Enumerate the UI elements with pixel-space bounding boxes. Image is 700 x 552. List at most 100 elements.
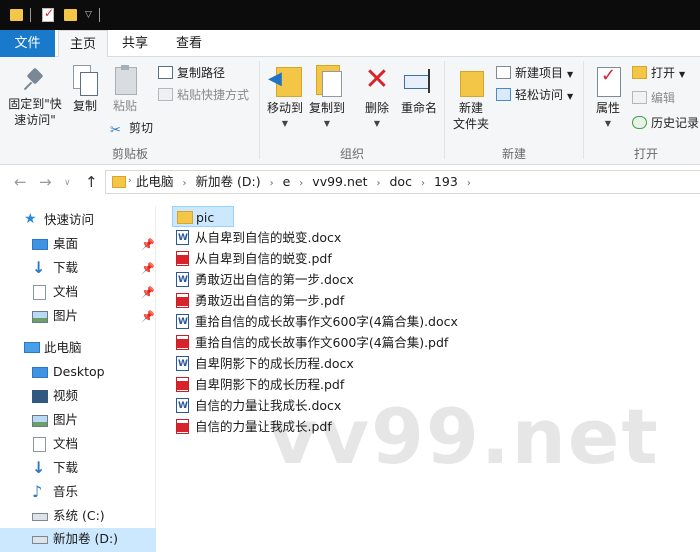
nav-label: 图片 [53, 412, 79, 427]
nav-pc-music[interactable]: ♪ 音乐 [0, 481, 156, 505]
rename-button[interactable]: 重命名 [398, 65, 440, 116]
nav-pc-drive-c[interactable]: 系统 (C:) [0, 505, 156, 529]
nav-label: 下载 [53, 460, 79, 475]
clipboard-group-label: 剪贴板 [111, 147, 148, 161]
document-icon [33, 285, 46, 300]
nav-quick-desktop[interactable]: 桌面 📌 [0, 233, 156, 257]
move-to-icon [268, 65, 302, 97]
copy-path-label: 复制路径 [177, 66, 226, 80]
delete-x-icon: ✕ [364, 62, 390, 97]
copy-button[interactable]: 复制 [68, 65, 102, 114]
nav-quick-documents[interactable]: 文档 📌 [0, 281, 156, 305]
pin-label: 固定到"快速访问" [8, 97, 62, 127]
nav-label: 桌面 [53, 236, 79, 251]
new-item-icon [496, 66, 511, 79]
crumb-this-pc[interactable]: 此电脑 [136, 171, 174, 193]
chevron-right-icon: › [299, 178, 304, 189]
file-name: 重拾自信的成长故事作文600字(4篇合集).docx [195, 314, 458, 329]
nav-pc-videos[interactable]: 视频 [0, 385, 156, 409]
crumb-e[interactable]: e [283, 171, 291, 193]
nav-pc-downloads[interactable]: ↓ 下载 [0, 457, 156, 481]
chevron-down-icon: ▼ [567, 70, 574, 79]
easy-access-icon [496, 88, 511, 101]
crumb-vv99[interactable]: vv99.net [312, 171, 367, 193]
paste-shortcut-icon [158, 88, 173, 101]
nav-pc-desktop[interactable]: Desktop [0, 361, 156, 385]
new-item-button[interactable]: 新建项目 ▼ [496, 64, 573, 82]
new-group-label: 新建 [501, 147, 526, 161]
group-separator [444, 61, 445, 159]
chevron-down-icon[interactable]: ▽ [85, 10, 92, 26]
properties-quick-icon[interactable] [42, 6, 54, 22]
nav-this-pc[interactable]: 此电脑 [0, 337, 156, 361]
download-arrow-icon: ↓ [32, 258, 46, 277]
chevron-right-icon: › [466, 178, 471, 189]
paste-icon [113, 65, 137, 95]
properties-button[interactable]: 属性 ▼ [590, 65, 626, 132]
chevron-right-icon: › [128, 176, 132, 186]
tab-file[interactable]: 文件 [0, 30, 55, 57]
up-arrow-icon[interactable]: ↑ [85, 173, 98, 191]
pin-icon: 📌 [141, 238, 155, 251]
open-group-label: 打开 [633, 147, 658, 161]
open-button[interactable]: 打开 ▼ [632, 64, 685, 82]
desktop-icon [32, 367, 48, 378]
pin-to-quick-access-button[interactable]: 固定到"快速访问" [4, 67, 66, 128]
nav-label: 文档 [53, 436, 79, 451]
nav-quick-pictures[interactable]: 图片 📌 [0, 305, 156, 329]
delete-button[interactable]: ✕ 删除 ▼ [358, 65, 396, 132]
new-item-label: 新建项目 [515, 66, 564, 80]
computer-icon [24, 342, 40, 353]
nav-pc-documents[interactable]: 文档 [0, 433, 156, 457]
crumb-193[interactable]: 193 [434, 171, 458, 193]
word-document-icon [176, 270, 189, 291]
paste-shortcut-button[interactable]: 粘贴快捷方式 [158, 86, 249, 104]
easy-access-button[interactable]: 轻松访问 ▼ [496, 86, 573, 104]
address-field[interactable]: › 此电脑 › 新加卷 (D:) › e › vv99.net › doc › 193 › [105, 170, 700, 194]
group-separator [259, 61, 260, 159]
recent-chevron-icon[interactable]: ∨ [64, 178, 71, 188]
nav-quick-downloads[interactable]: ↓ 下载 📌 [0, 257, 156, 281]
copy-path-button[interactable]: 复制路径 [158, 64, 225, 82]
file-name: 勇敢迈出自信的第一步.pdf [195, 293, 345, 308]
open-label: 打开 [651, 66, 676, 80]
edit-button[interactable]: 编辑 [632, 89, 675, 107]
nav-pc-pictures[interactable]: 图片 [0, 409, 156, 433]
new-folder-button[interactable]: 新建 文件夹 [450, 65, 492, 132]
move-to-button[interactable]: 移动到 ▼ [264, 65, 306, 132]
chevron-down-icon: ▼ [323, 119, 331, 128]
file-name: 自卑阴影下的成长历程.pdf [195, 377, 345, 392]
nav-label: 此电脑 [44, 340, 82, 355]
back-arrow-icon[interactable]: ← [14, 173, 27, 191]
new-folder-quick-icon[interactable] [64, 9, 77, 21]
nav-pc-drive-d[interactable]: 新加卷 (D:) [0, 528, 156, 552]
history-icon [632, 116, 647, 129]
delete-label: 删除 [364, 101, 389, 115]
nav-quick-access[interactable]: ★ 快速访问 [0, 209, 156, 233]
easy-access-label: 轻松访问 [515, 88, 564, 102]
tab-share[interactable]: 共享 [112, 30, 158, 57]
crumb-doc[interactable]: doc [390, 171, 412, 193]
chevron-down-icon: ▼ [679, 70, 686, 79]
paste-button[interactable]: 粘贴 [108, 65, 142, 114]
forward-arrow-icon[interactable]: → [39, 173, 52, 191]
file-name: pic [196, 210, 215, 225]
desktop-icon [32, 239, 48, 250]
history-button[interactable]: 历史记录 [632, 114, 699, 132]
tab-view[interactable]: 查看 [166, 30, 212, 57]
copy-to-button[interactable]: 复制到 ▼ [306, 65, 348, 132]
pdf-icon [176, 335, 189, 350]
crumb-drive-d[interactable]: 新加卷 (D:) [196, 171, 261, 193]
cut-button[interactable]: ✂ 剪切 [110, 119, 153, 137]
list-item[interactable]: pic [172, 206, 234, 227]
title-bar: ▽ [0, 0, 700, 30]
edit-label: 编辑 [651, 91, 676, 105]
nav-label: 快速访问 [44, 212, 95, 227]
file-name: 重拾自信的成长故事作文600字(4篇合集).pdf [195, 335, 449, 350]
word-document-icon [176, 396, 189, 417]
tab-home[interactable]: 主页 [58, 30, 108, 58]
nav-label: Desktop [53, 364, 105, 379]
pdf-icon [176, 293, 189, 308]
chevron-down-icon: ▼ [567, 92, 574, 101]
copy-icon [73, 65, 98, 96]
